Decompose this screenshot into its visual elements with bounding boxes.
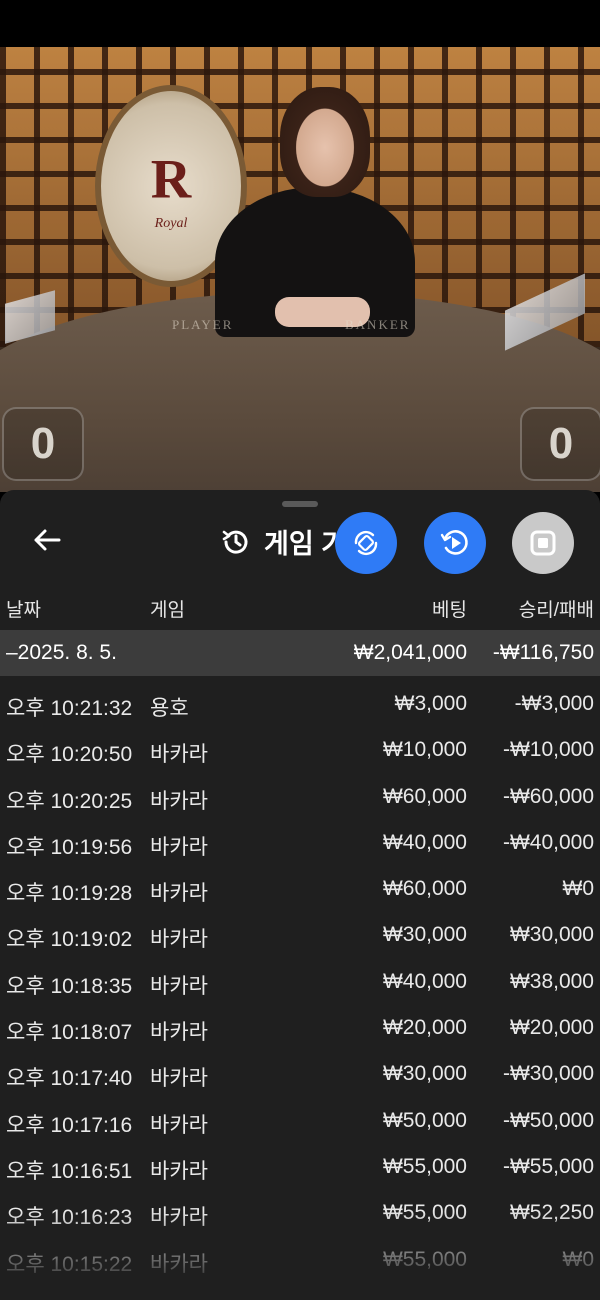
row-bet: ₩40,000 (382, 969, 467, 993)
row-game: 바카라 (150, 1159, 208, 1183)
panel-title: 게임 기 (220, 522, 346, 561)
row-time: 오후 10:19:02 (6, 928, 133, 952)
row-game: 바카라 (150, 743, 208, 767)
row-game: 바카라 (150, 1021, 208, 1045)
row-game: 바카라 (150, 974, 208, 998)
banker-score: 0 (520, 407, 600, 481)
replay-video-button[interactable] (424, 512, 486, 574)
history-row[interactable]: 오후 10:20:25 바카라 ₩60,000 -₩60,000 (0, 775, 600, 821)
history-row[interactable]: 오후 10:17:40 바카라 ₩30,000 -₩30,000 (0, 1052, 600, 1098)
row-result: -₩60,000 (502, 784, 594, 808)
date-group-header[interactable]: –2025. 8. 5. ₩2,041,000 -₩116,750 (0, 630, 600, 676)
live-video-stream: R Royal PLAYER BANKER 0 0 (0, 47, 600, 492)
row-bet: ₩30,000 (382, 1062, 467, 1086)
emblem-letter: R (150, 148, 192, 211)
row-result: -₩50,000 (502, 1108, 594, 1132)
row-bet: ₩55,000 (382, 1201, 467, 1225)
date-group-result-total: -₩116,750 (492, 641, 594, 664)
row-time: 오후 10:17:40 (6, 1067, 133, 1091)
rotate-screen-button[interactable] (335, 512, 397, 574)
column-header-bet[interactable]: 베팅 (432, 595, 467, 622)
history-icon (222, 530, 248, 554)
history-row[interactable]: 오후 10:19:02 바카라 ₩30,000 ₩30,000 (0, 913, 600, 959)
row-time: 오후 10:18:07 (6, 1021, 133, 1045)
row-game: 용호 (150, 697, 189, 720)
row-bet: ₩40,000 (382, 830, 467, 854)
row-time: 오후 10:16:23 (6, 1206, 133, 1230)
dealer-head (280, 87, 370, 197)
back-button[interactable] (30, 523, 64, 557)
row-result: -₩3,000 (514, 692, 594, 715)
row-game: 바카라 (150, 835, 208, 859)
row-time: 오후 10:20:50 (6, 743, 133, 767)
row-game: 바카라 (150, 928, 208, 952)
row-result: ₩0 (562, 877, 595, 901)
row-time: 오후 10:20:25 (6, 789, 133, 813)
row-time: 오후 10:18:35 (6, 974, 133, 998)
row-bet: ₩55,000 (382, 1154, 467, 1178)
sheet-grabber-handle[interactable] (282, 501, 318, 507)
replay-video-icon (440, 530, 468, 555)
column-header-game[interactable]: 게임 (150, 595, 185, 622)
row-result: -₩55,000 (502, 1154, 594, 1178)
row-time: 오후 10:17:16 (6, 1113, 133, 1137)
history-row[interactable]: 오후 10:18:35 바카라 ₩40,000 ₩38,000 (0, 960, 600, 1006)
row-game: 바카라 (150, 1113, 208, 1137)
row-bet: ₩3,000 (394, 692, 467, 715)
row-bet: ₩60,000 (382, 877, 467, 901)
history-row[interactable]: 오후 10:20:50 바카라 ₩10,000 -₩10,000 (0, 728, 600, 774)
row-game: 바카라 (150, 882, 208, 906)
history-row[interactable]: 오후 10:16:51 바카라 ₩55,000 -₩55,000 (0, 1145, 600, 1191)
row-game: 바카라 (150, 1206, 208, 1230)
history-row[interactable]: 오후 10:15:22 바카라 ₩55,000 ₩0 (0, 1238, 600, 1284)
emblem-text: Royal (154, 216, 188, 232)
status-bar (0, 0, 600, 47)
row-bet: ₩10,000 (382, 738, 467, 762)
row-bet: ₩30,000 (382, 923, 467, 947)
row-result: -₩10,000 (502, 738, 594, 762)
row-result: ₩30,000 (509, 923, 594, 947)
column-header-result[interactable]: 승리/패배 (519, 595, 594, 622)
history-row[interactable]: 오후 10:21:32 용호 ₩3,000 -₩3,000 (0, 682, 600, 728)
column-header-date[interactable]: 날짜 (6, 595, 41, 622)
history-row[interactable]: 오후 10:19:28 바카라 ₩60,000 ₩0 (0, 867, 600, 913)
history-row[interactable]: 오후 10:16:23 바카라 ₩55,000 ₩52,250 (0, 1191, 600, 1237)
row-time: 오후 10:15:22 (6, 1252, 133, 1276)
panel-title-text: 게임 기 (264, 529, 347, 559)
row-bet: ₩60,000 (382, 784, 467, 808)
row-time: 오후 10:19:28 (6, 882, 133, 906)
rotate-screen-icon (354, 530, 378, 556)
row-bet: ₩20,000 (382, 1016, 467, 1040)
row-bet: ₩50,000 (382, 1108, 467, 1132)
row-result: ₩52,250 (509, 1201, 594, 1225)
row-result: -₩30,000 (502, 1062, 594, 1086)
history-row[interactable]: 오후 10:19:56 바카라 ₩40,000 -₩40,000 (0, 821, 600, 867)
row-bet: ₩55,000 (382, 1247, 467, 1271)
table-label-banker: BANKER (345, 317, 411, 332)
date-group-bet-total: ₩2,041,000 (353, 641, 467, 664)
stop-icon (530, 530, 556, 556)
row-game: 바카라 (150, 789, 208, 813)
row-result: -₩40,000 (502, 830, 594, 854)
row-game: 바카라 (150, 1067, 208, 1091)
game-history-panel: 게임 기 날짜 게임 베팅 승리/패배 –2025. 8. 5. ₩2,041,… (0, 490, 600, 1300)
back-arrow-icon (34, 529, 61, 551)
history-row[interactable]: 오후 10:17:16 바카라 ₩50,000 -₩50,000 (0, 1099, 600, 1145)
player-score: 0 (2, 407, 84, 481)
date-group-label: –2025. 8. 5. (6, 641, 117, 664)
row-game: 바카라 (150, 1252, 208, 1276)
history-list: 오후 10:21:32 용호 ₩3,000 -₩3,000 오후 10:20:50 바카… (0, 682, 600, 1284)
row-time: 오후 10:21:32 (6, 697, 133, 720)
stop-button[interactable] (512, 512, 574, 574)
row-time: 오후 10:16:51 (6, 1159, 133, 1183)
row-result: ₩38,000 (509, 969, 594, 993)
history-row[interactable]: 오후 10:18:07 바카라 ₩20,000 ₩20,000 (0, 1006, 600, 1052)
row-result: ₩20,000 (509, 1016, 594, 1040)
row-result: ₩0 (562, 1247, 595, 1271)
row-time: 오후 10:19:56 (6, 835, 133, 859)
table-label-player: PLAYER (172, 317, 234, 332)
